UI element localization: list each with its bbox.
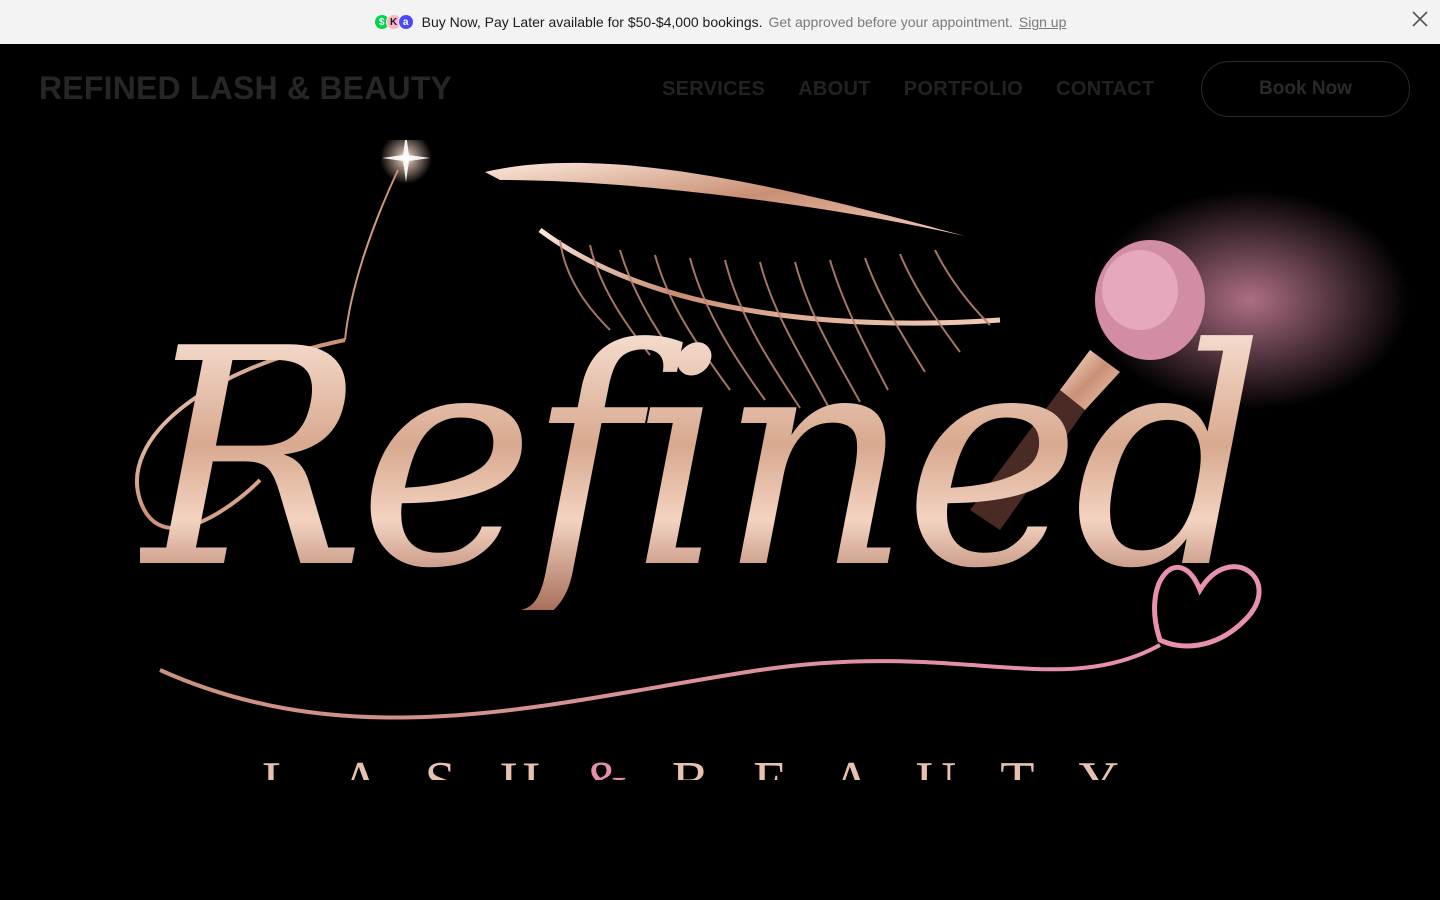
hero-section: Refined LASH&BEAUTY bbox=[0, 140, 1440, 900]
hero-logo-subtitle: LASH&BEAUTY bbox=[262, 750, 1163, 780]
book-now-button[interactable]: Book Now bbox=[1201, 61, 1410, 117]
nav-contact[interactable]: CONTACT bbox=[1056, 78, 1154, 101]
nav-services[interactable]: SERVICES bbox=[662, 78, 765, 101]
brand-logo-text[interactable]: REFINED LASH & BEAUTY bbox=[39, 70, 452, 107]
sign-up-link[interactable]: Sign up bbox=[1019, 14, 1066, 30]
announcement-content: $ K a Buy Now, Pay Later available for $… bbox=[373, 14, 1066, 30]
hero-logo-sub-amp: & bbox=[584, 751, 672, 780]
close-icon[interactable] bbox=[1410, 8, 1430, 30]
nav-about[interactable]: ABOUT bbox=[798, 78, 871, 101]
announcement-bar: $ K a Buy Now, Pay Later available for $… bbox=[0, 0, 1440, 44]
hero-logo-wordmark: Refined bbox=[140, 285, 1265, 634]
site-header: REFINED LASH & BEAUTY SERVICES ABOUT POR… bbox=[0, 44, 1440, 140]
nav-portfolio[interactable]: PORTFOLIO bbox=[904, 78, 1023, 101]
affirm-icon: a bbox=[397, 14, 414, 30]
main-navigation: SERVICES ABOUT PORTFOLIO CONTACT bbox=[662, 78, 1155, 101]
hero-logo-sub-left: LASH bbox=[262, 751, 584, 780]
payment-icons: $ K a bbox=[373, 14, 414, 30]
hero-logo-sub-right: BEAUTY bbox=[672, 751, 1163, 780]
hero-logo-image: Refined LASH&BEAUTY bbox=[0, 140, 1440, 780]
announcement-headline: Buy Now, Pay Later available for $50-$4,… bbox=[421, 14, 763, 30]
announcement-subtext: Get approved before your appointment. bbox=[768, 14, 1013, 30]
